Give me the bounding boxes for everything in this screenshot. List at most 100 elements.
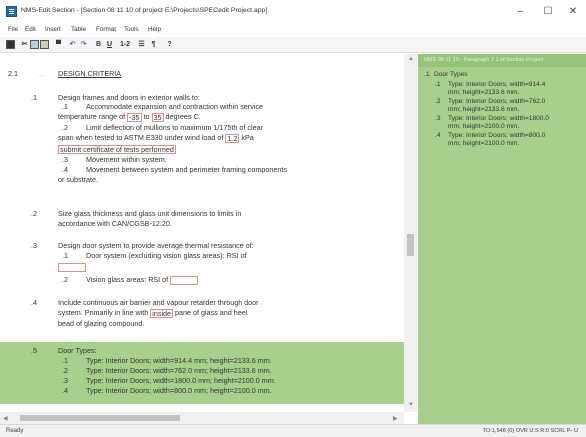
panel-item-text: Type: Interior Doors; width=800.0 [448,132,546,139]
door-type-text: Type: Interior Doors; width=914.4 mm; he… [86,356,272,365]
subpara-text [58,262,86,272]
rsi-door-field[interactable] [58,262,86,272]
subpara-text: span when tested to ASTM E330 under wind… [58,133,254,143]
panel-title-number: .1 [424,71,430,78]
menu-edit[interactable]: Edit [25,26,36,33]
panel-header-text: NMS 08 11 10 - Paragraph 2.1 of Section … [424,57,544,63]
scroll-up-icon[interactable]: ▲ [408,56,414,62]
door-type-text: Type: Interior Doors; width=1800.0 mm; h… [86,376,276,385]
door-type-number: .4 [62,386,68,395]
para-number: .3 [31,241,37,250]
temp-max-field[interactable]: 35 [151,112,164,122]
close-button[interactable]: ✕ [562,5,584,19]
text-run: Vision glass areas: RSI of [86,275,169,284]
window-title: NMS-Edit Section - [Section 08 11 10 of … [21,7,268,14]
scroll-down-icon[interactable]: ▼ [408,402,414,408]
menu-file[interactable]: File [8,26,18,33]
door-type-text: Type: Interior Doors; width=762.0 mm; he… [86,366,272,375]
scroll-thumb[interactable] [407,234,414,256]
subpara-number: .3 [62,155,68,164]
para-number: .4 [31,298,37,307]
subpara-number: .1 [62,102,68,111]
vertical-scrollbar[interactable]: ▲ ▼ [404,54,417,412]
print-icon[interactable]: ▀ [54,40,63,49]
undo-icon[interactable]: ↶ [68,40,77,49]
subpara-text: Movement between system and perimeter fr… [86,165,287,174]
numbering-button[interactable]: 1-2 [118,40,132,49]
door-type-number: .2 [62,366,68,375]
subpara-text: Accommodate expansion and contraction wi… [86,102,263,111]
text-run: temperature range of [58,112,126,121]
para-text: Design frames and doors in exterior wall… [58,93,200,102]
panel-item-number: .1 [435,81,441,88]
minimize-button[interactable]: – [509,5,531,19]
reference-panel[interactable]: NMS 08 11 10 - Paragraph 2.1 of Section … [418,54,586,424]
panel-item-text: Type: Interior Doors; width=762.0 [448,98,546,105]
underline-button[interactable]: U [105,40,114,49]
menu-bar: File Edit Insert Table Format Tools Help [0,24,586,37]
app-icon [6,6,17,17]
menu-insert[interactable]: Insert [45,26,61,33]
save-icon[interactable] [6,40,15,49]
text-run: degrees C. [165,112,201,121]
certificate-field[interactable]: submit certificate of tests performed [58,144,176,154]
help-button[interactable]: ? [165,40,174,49]
redo-icon[interactable]: ↷ [79,40,88,49]
paste-icon[interactable] [40,40,49,49]
menu-format[interactable]: Format [96,26,116,33]
toolbar: ✂ ▀ ↶ ↷ B U 1-2 ☰ ¶ ? [0,37,586,53]
maximize-button[interactable]: ☐ [537,5,559,19]
subpara-number: .4 [62,165,68,174]
document-editor[interactable]: 2.1 … DESIGN CRITERIA .1 Design frames a… [0,54,406,412]
scroll-right-icon[interactable]: ▶ [393,415,398,422]
text-run: kPa [241,133,254,142]
para-text: Include continuous air barrier and vapou… [58,298,259,307]
text-run: system. Primarily in line with [58,308,149,317]
para-number: .2 [31,209,37,218]
scroll-thumb[interactable] [20,415,180,421]
subpara-text: or substrate. [58,175,98,184]
panel-header: NMS 08 11 10 - Paragraph 2.1 of Section … [418,54,586,67]
horizontal-scrollbar[interactable]: ◀ ▶ [0,412,404,424]
panel-item-number: .2 [435,98,441,105]
text-run: to [143,112,150,121]
subpara-number: .1 [62,251,68,260]
para-text: Design door system to provide average th… [58,241,254,250]
subpara-number: .2 [62,123,68,132]
para-number: .1 [31,93,37,102]
subpara-number: .2 [62,275,68,284]
subpara-text: temperature range of -35 to 35 degrees C… [58,112,201,122]
para-number: .5 [31,346,37,355]
status-bar: Ready TO:1,548 (0) OVR U:S R:0 SCRL P- U [0,424,586,437]
scroll-left-icon[interactable]: ◀ [3,415,8,422]
copy-icon[interactable] [30,40,39,49]
menu-help[interactable]: Help [148,26,161,33]
menu-tools[interactable]: Tools [124,26,139,33]
temp-min-field[interactable]: -35 [127,112,142,122]
door-type-text: Type: Interior Doors; width=800.0 mm; he… [86,386,272,395]
para-text: Size glass thickness and glass unit dime… [58,209,242,218]
panel-item-number: .3 [435,115,441,122]
status-indicators: TO:1,548 (0) OVR U:S R:0 SCRL P- U [482,428,578,434]
para-text: accordance with CAN/CGSB-12.20. [58,219,172,228]
bold-button[interactable]: B [94,40,103,49]
menu-table[interactable]: Table [71,26,86,33]
panel-title: Door Types [434,71,468,78]
para-text: Door Types: [58,346,97,355]
subpara-text: Vision glass areas: RSI of [86,275,199,285]
pilcrow-icon[interactable]: ¶ [149,40,158,49]
list-icon[interactable]: ☰ [137,40,146,49]
subpara-text: Door system (excluding vision glass area… [86,251,247,260]
panel-item-number: .4 [435,132,441,139]
panel-item-text: mm; height=2133.6 mm. [448,106,520,113]
panel-item-text: mm; height=2133.6 mm. [448,89,520,96]
cut-icon[interactable]: ✂ [20,40,29,49]
panel-item-text: Type: Interior Doors; width=1800.0 [448,115,549,122]
section-heading: DESIGN CRITERIA [58,69,122,78]
rsi-glass-field[interactable] [170,275,199,285]
subpara-text: submit certificate of tests performed [58,144,176,154]
door-type-number: .3 [62,376,68,385]
pane-field[interactable]: inside [150,308,174,318]
wind-load-field[interactable]: 1.2 [225,133,240,143]
subpara-text: Limit deflection of mullions to maximum … [86,123,263,132]
